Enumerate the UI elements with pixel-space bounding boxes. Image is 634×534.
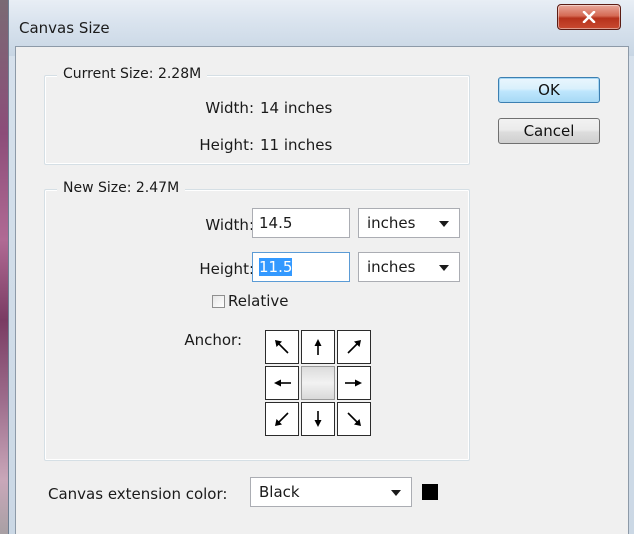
arrow-right-icon: [345, 379, 362, 387]
height-unit-value: inches: [367, 258, 416, 276]
new-width-input[interactable]: 14.5: [252, 208, 350, 238]
anchor-top-left[interactable]: [265, 330, 299, 364]
current-width-value: 14 inches: [260, 99, 333, 117]
extension-color-value: Black: [259, 483, 300, 501]
arrow-down-left-icon: [275, 412, 289, 426]
height-unit-dropdown[interactable]: inches: [358, 252, 460, 282]
new-height-selected-text: 11.5: [259, 258, 293, 276]
dialog-client-area: Current Size: 2.28M Width: 14 inches Hei…: [15, 46, 629, 534]
relative-checkbox[interactable]: [212, 295, 225, 308]
arrow-left-icon: [274, 379, 291, 387]
anchor-left[interactable]: [265, 366, 299, 400]
width-unit-value: inches: [367, 214, 416, 232]
chevron-down-icon: [439, 265, 449, 271]
relative-label[interactable]: Relative: [228, 292, 289, 310]
anchor-grid: [264, 329, 372, 437]
extension-color-swatch[interactable]: [422, 484, 438, 500]
arrow-down-icon: [314, 411, 322, 427]
current-size-group: Current Size: 2.28M: [44, 66, 470, 165]
new-height-label: Height:: [199, 260, 254, 278]
anchor-right[interactable]: [337, 366, 371, 400]
anchor-bottom-left[interactable]: [265, 402, 299, 436]
new-width-label: Width:: [205, 216, 254, 234]
current-height-value: 11 inches: [260, 136, 333, 154]
anchor-bottom[interactable]: [301, 402, 335, 436]
arrow-up-right-icon: [347, 340, 361, 354]
new-size-legend: New Size: 2.47M: [57, 180, 186, 196]
current-width-label: Width:: [205, 99, 254, 117]
new-height-input[interactable]: 11.5: [252, 252, 350, 282]
cancel-button[interactable]: Cancel: [498, 118, 600, 144]
window-title: Canvas Size: [19, 19, 110, 37]
chevron-down-icon: [439, 221, 449, 227]
current-height-label: Height:: [199, 136, 254, 154]
close-icon: [582, 11, 596, 23]
anchor-top-right[interactable]: [337, 330, 371, 364]
anchor-bottom-right[interactable]: [337, 402, 371, 436]
extension-color-dropdown[interactable]: Black: [250, 477, 412, 507]
current-size-legend: Current Size: 2.28M: [57, 66, 208, 82]
anchor-center[interactable]: [301, 366, 335, 400]
chevron-down-icon: [391, 490, 401, 496]
extension-color-label: Canvas extension color:: [48, 485, 228, 503]
width-unit-dropdown[interactable]: inches: [358, 208, 460, 238]
anchor-top[interactable]: [301, 330, 335, 364]
ok-button[interactable]: OK: [498, 77, 600, 103]
arrow-down-right-icon: [347, 412, 361, 426]
arrow-up-left-icon: [275, 340, 289, 354]
arrow-up-icon: [314, 339, 322, 355]
close-button[interactable]: [557, 4, 621, 30]
anchor-label: Anchor:: [184, 331, 242, 349]
dialog-window: Canvas Size Current Size: 2.28M Width: 1…: [8, 0, 634, 534]
